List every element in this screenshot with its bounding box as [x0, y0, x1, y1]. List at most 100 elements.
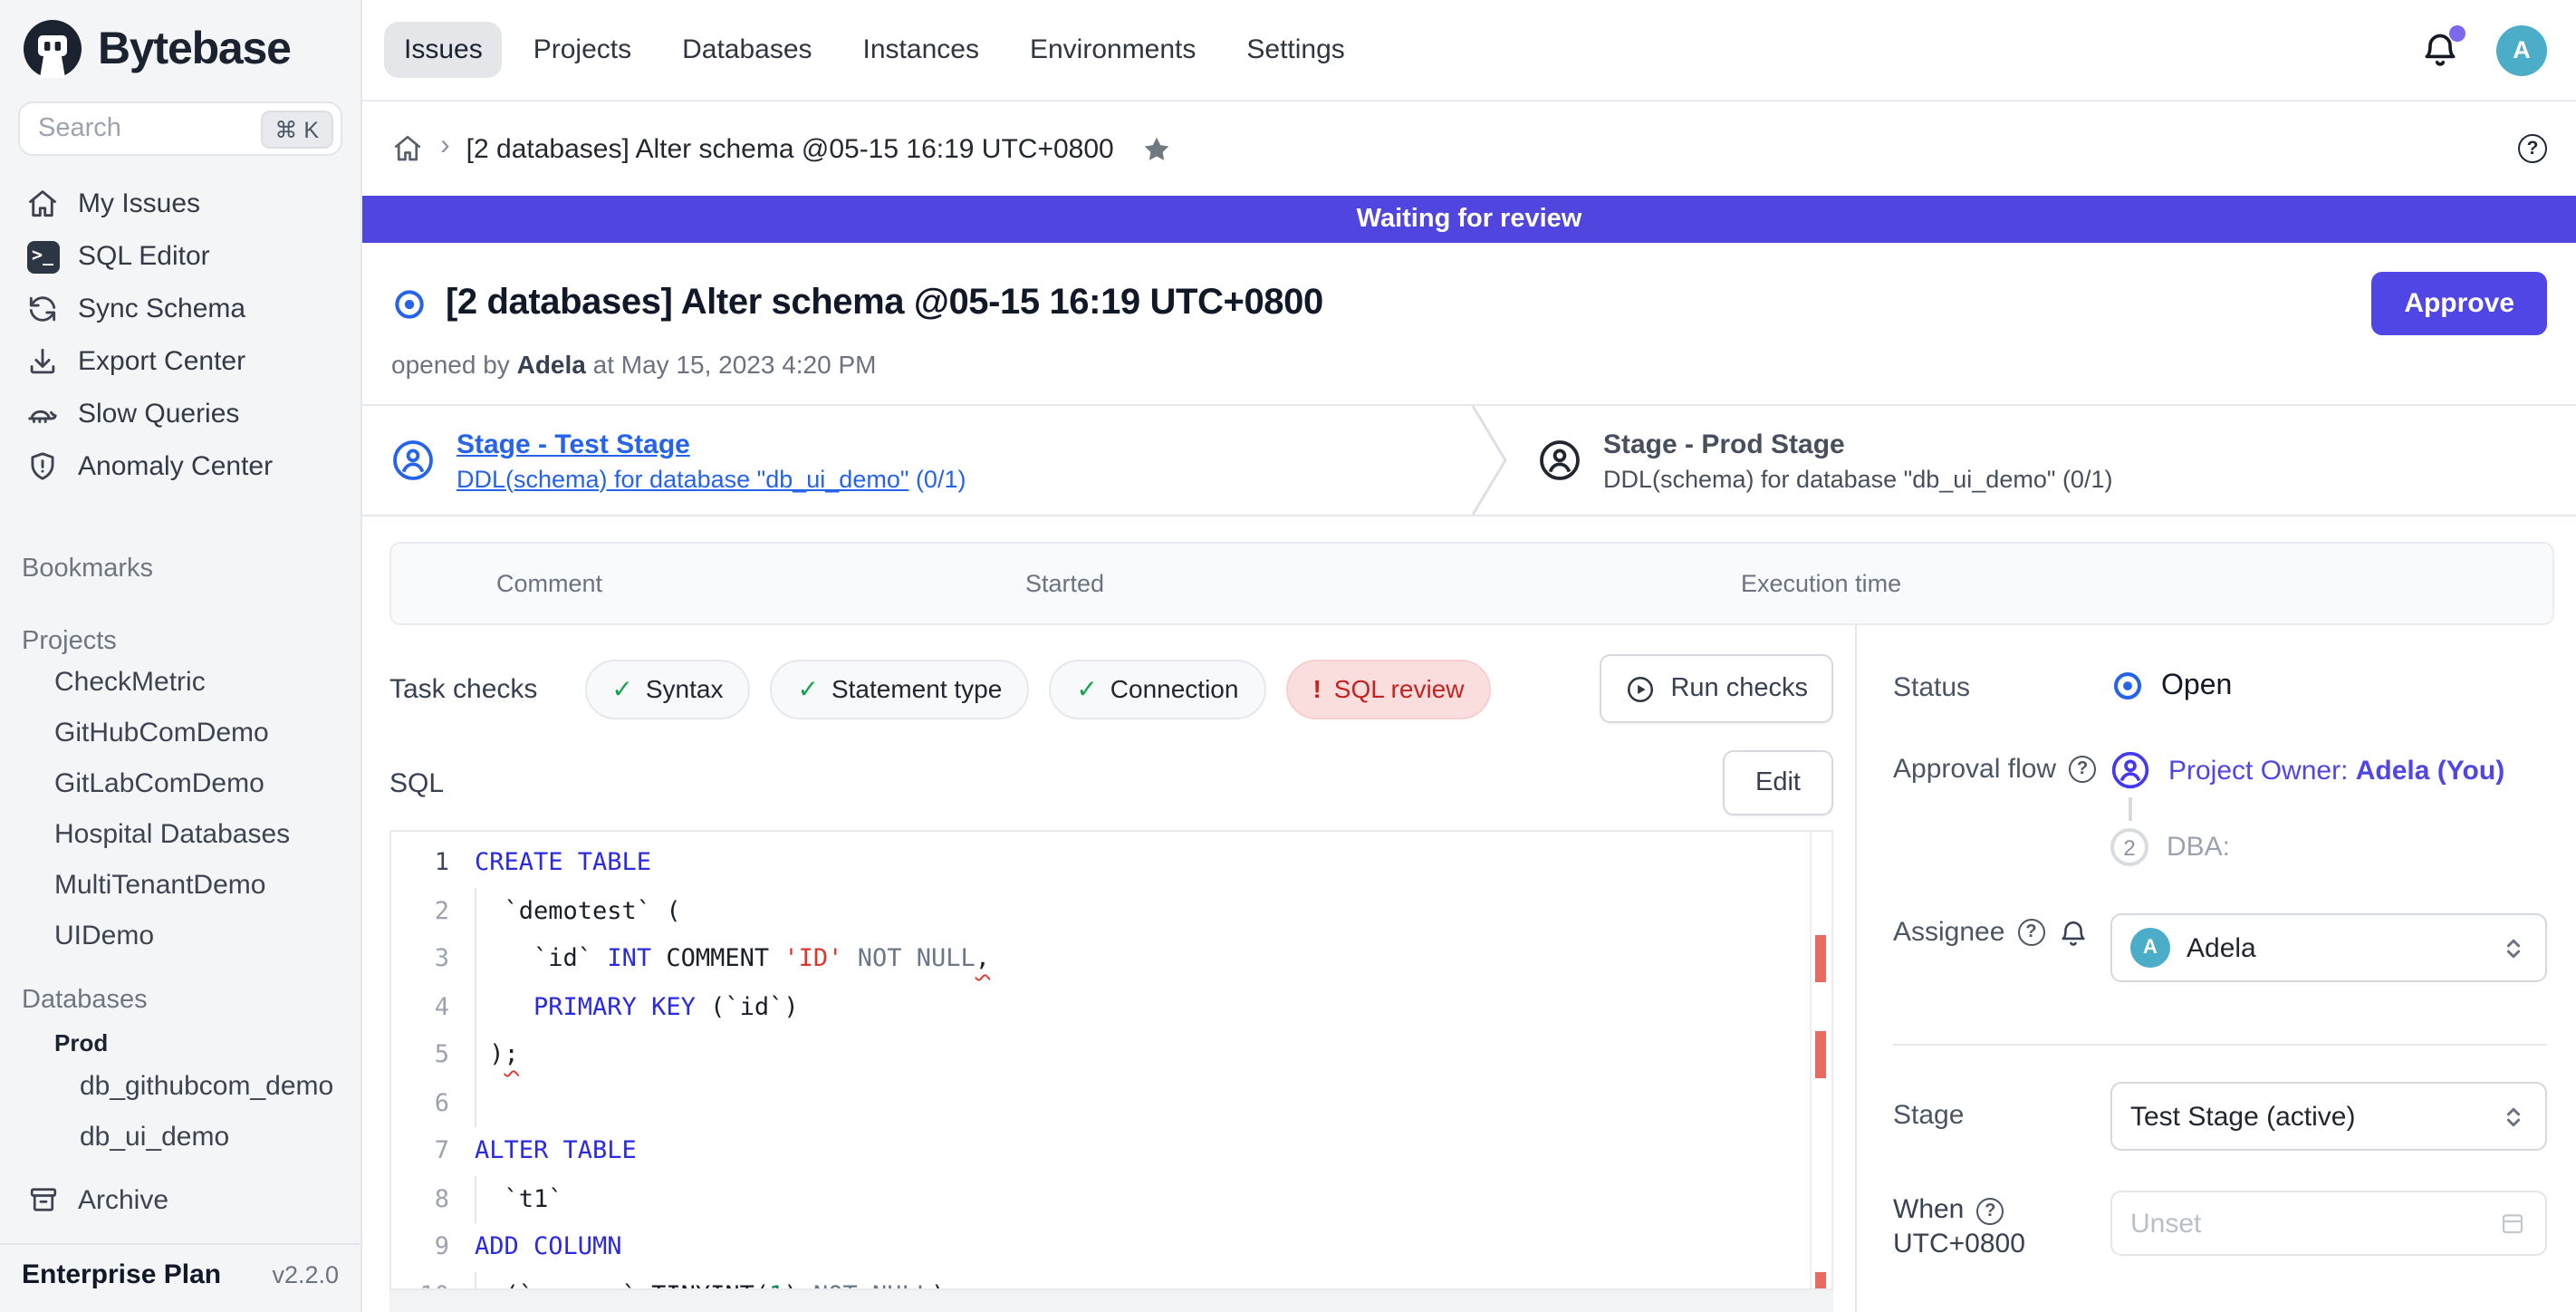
top-nav-environments[interactable]: Environments [1010, 22, 1216, 78]
star-icon[interactable] [1141, 133, 1172, 164]
sidebar-item-anomaly-center[interactable]: Anomaly Center [0, 440, 360, 493]
calendar-icon [2498, 1209, 2527, 1238]
editor-scroll-area [389, 1290, 1833, 1312]
issue-author[interactable]: Adela [517, 350, 586, 379]
approve-button[interactable]: Approve [2371, 272, 2547, 335]
sql-token: `t1` [475, 1184, 563, 1213]
sql-token: INT [607, 944, 651, 973]
task-detail-column: Task checks ✓ Syntax ✓Statement type ✓Conne… [362, 625, 1855, 1312]
when-datetime-input[interactable]: Unset [2110, 1191, 2547, 1256]
top-nav-instances[interactable]: Instances [843, 22, 999, 78]
panel-divider [1893, 1044, 2547, 1046]
editor-overview-ruler [1810, 832, 1812, 1288]
sql-token: ) [931, 1280, 946, 1290]
check-pill-statement-type[interactable]: ✓Statement type [771, 659, 1030, 719]
stage-person-icon [1538, 439, 1581, 482]
check-icon: ✓ [611, 673, 632, 704]
code-line: 8 `t1` [391, 1175, 1831, 1223]
stage-card-test[interactable]: Stage - Test Stage DDL(schema) for datab… [362, 406, 1469, 515]
brand-logo[interactable]: Bytebase [0, 0, 360, 91]
error-ruler-mark [1815, 1271, 1826, 1290]
sidebar-project-item[interactable]: CheckMetric [0, 656, 360, 707]
sidebar-environment-label: Prod [0, 1015, 360, 1060]
home-icon[interactable] [391, 132, 424, 165]
code-line: 2 `demotest` ( [391, 887, 1831, 935]
sql-token: NOT NULL [842, 944, 975, 973]
sidebar-item-sql-editor[interactable]: >_SQL Editor [0, 230, 360, 283]
sidebar-item-slow-queries[interactable]: Slow Queries [0, 388, 360, 440]
sidebar-project-item[interactable]: GitLabComDemo [0, 757, 360, 808]
open-status-icon [391, 285, 428, 322]
stage-title-link[interactable]: Stage - Test Stage [457, 429, 966, 459]
top-nav-projects[interactable]: Projects [514, 22, 651, 78]
approval-flow-label: Approval flow [1893, 754, 2056, 785]
line-number: 5 [391, 1031, 475, 1079]
indent-guide-icon [475, 1079, 476, 1127]
check-pill-sql-review[interactable]: !SQL review [1285, 659, 1491, 719]
approval-step-current[interactable]: Project Owner: Adela (You) [2110, 750, 2547, 790]
sidebar-project-item[interactable]: MultiTenantDemo [0, 859, 360, 910]
edit-sql-button[interactable]: Edit [1723, 750, 1833, 815]
sidebar-item-label: Slow Queries [78, 399, 239, 429]
sql-header-row: SQL Edit [389, 750, 1833, 815]
top-nav-settings[interactable]: Settings [1226, 22, 1364, 78]
notifications-bell-icon[interactable] [2420, 30, 2460, 70]
stage-task-link[interactable]: DDL(schema) for database "db_ui_demo" [457, 465, 908, 492]
assignee-help-icon[interactable]: ? [2017, 919, 2044, 946]
stage-card-prod[interactable]: Stage - Prod Stage DDL(schema) for datab… [1469, 406, 2112, 515]
plan-row[interactable]: Enterprise Plan v2.2.0 [0, 1243, 360, 1312]
top-nav-issues[interactable]: Issues [384, 22, 503, 78]
sidebar-project-item[interactable]: GitHubComDemo [0, 707, 360, 757]
sidebar-item-archive[interactable]: Archive [0, 1172, 360, 1227]
when-help-icon[interactable]: ? [1976, 1197, 2004, 1224]
assignee-bell-icon[interactable] [2057, 919, 2088, 950]
check-pill-syntax[interactable]: ✓ Syntax [584, 659, 750, 719]
chevron-updown-icon [2500, 934, 2527, 961]
sidebar-item-export-center[interactable]: Export Center [0, 335, 360, 388]
check-pill-label: Statement type [831, 674, 1002, 703]
run-checks-button[interactable]: Run checks [1600, 654, 1833, 723]
home-icon [25, 187, 60, 221]
warning-icon: ! [1312, 674, 1321, 703]
approval-flow-row: Approval flow ? Project Owner: Adela (Yo… [1893, 750, 2547, 866]
check-pill-label: Syntax [646, 674, 724, 703]
sidebar-project-item[interactable]: UIDemo [0, 910, 360, 960]
approval-help-icon[interactable]: ? [2069, 756, 2096, 783]
sql-token: ) [475, 1040, 505, 1069]
sql-token: 'ID' [783, 944, 842, 973]
assignee-select[interactable]: A Adela [2110, 913, 2547, 982]
top-nav-databases[interactable]: Databases [662, 22, 831, 78]
sidebar-database-item[interactable]: db_ui_demo [0, 1111, 360, 1162]
sql-token: `demotest` ( [475, 896, 681, 925]
when-label: When [1893, 1194, 1964, 1225]
assignee-value: Adela [2187, 932, 2256, 963]
sidebar-item-my-issues[interactable]: My Issues [0, 178, 360, 230]
sidebar-item-sync-schema[interactable]: Sync Schema [0, 283, 360, 335]
check-pill-connection[interactable]: ✓Connection [1049, 659, 1265, 719]
sql-token: (`id`) [696, 992, 799, 1021]
stage-label: Stage [1893, 1082, 2110, 1151]
search-input[interactable] [38, 114, 260, 143]
search-box[interactable]: ⌘ K [18, 101, 342, 156]
stage-select[interactable]: Test Stage (active) [2110, 1082, 2547, 1151]
sidebar-database-item[interactable]: db_githubcom_demo [0, 1060, 360, 1111]
sql-token: CREATE TABLE [475, 848, 651, 877]
sidebar-item-label: Export Center [78, 346, 245, 377]
user-avatar[interactable]: A [2496, 24, 2547, 75]
when-row: When ? UTC+0800 Unset [1893, 1191, 2547, 1259]
task-checks-label: Task checks [389, 673, 537, 704]
line-number: 9 [391, 1223, 475, 1271]
plan-version: v2.2.0 [272, 1261, 339, 1288]
stage-value: Test Stage (active) [2130, 1101, 2355, 1132]
open-status-icon [2110, 669, 2145, 703]
approver-name: Adela (You) [2356, 755, 2504, 786]
breadcrumb-title[interactable]: [2 databases] Alter schema @05-15 16:19 … [466, 133, 1114, 164]
sql-editor[interactable]: 1CREATE TABLE2 `demotest` (3 `id` INT CO… [389, 830, 1833, 1290]
code-text: `t1` [475, 1175, 563, 1223]
main-area: IssuesProjectsDatabasesInstancesEnvironm… [362, 0, 2576, 1312]
sidebar-item-label: Sync Schema [78, 294, 245, 324]
sidebar-project-item[interactable]: Hospital Databases [0, 808, 360, 859]
help-icon[interactable]: ? [2518, 134, 2547, 163]
assignee-label: Assignee [1893, 917, 2004, 948]
sql-token: COMMENT [651, 944, 783, 973]
